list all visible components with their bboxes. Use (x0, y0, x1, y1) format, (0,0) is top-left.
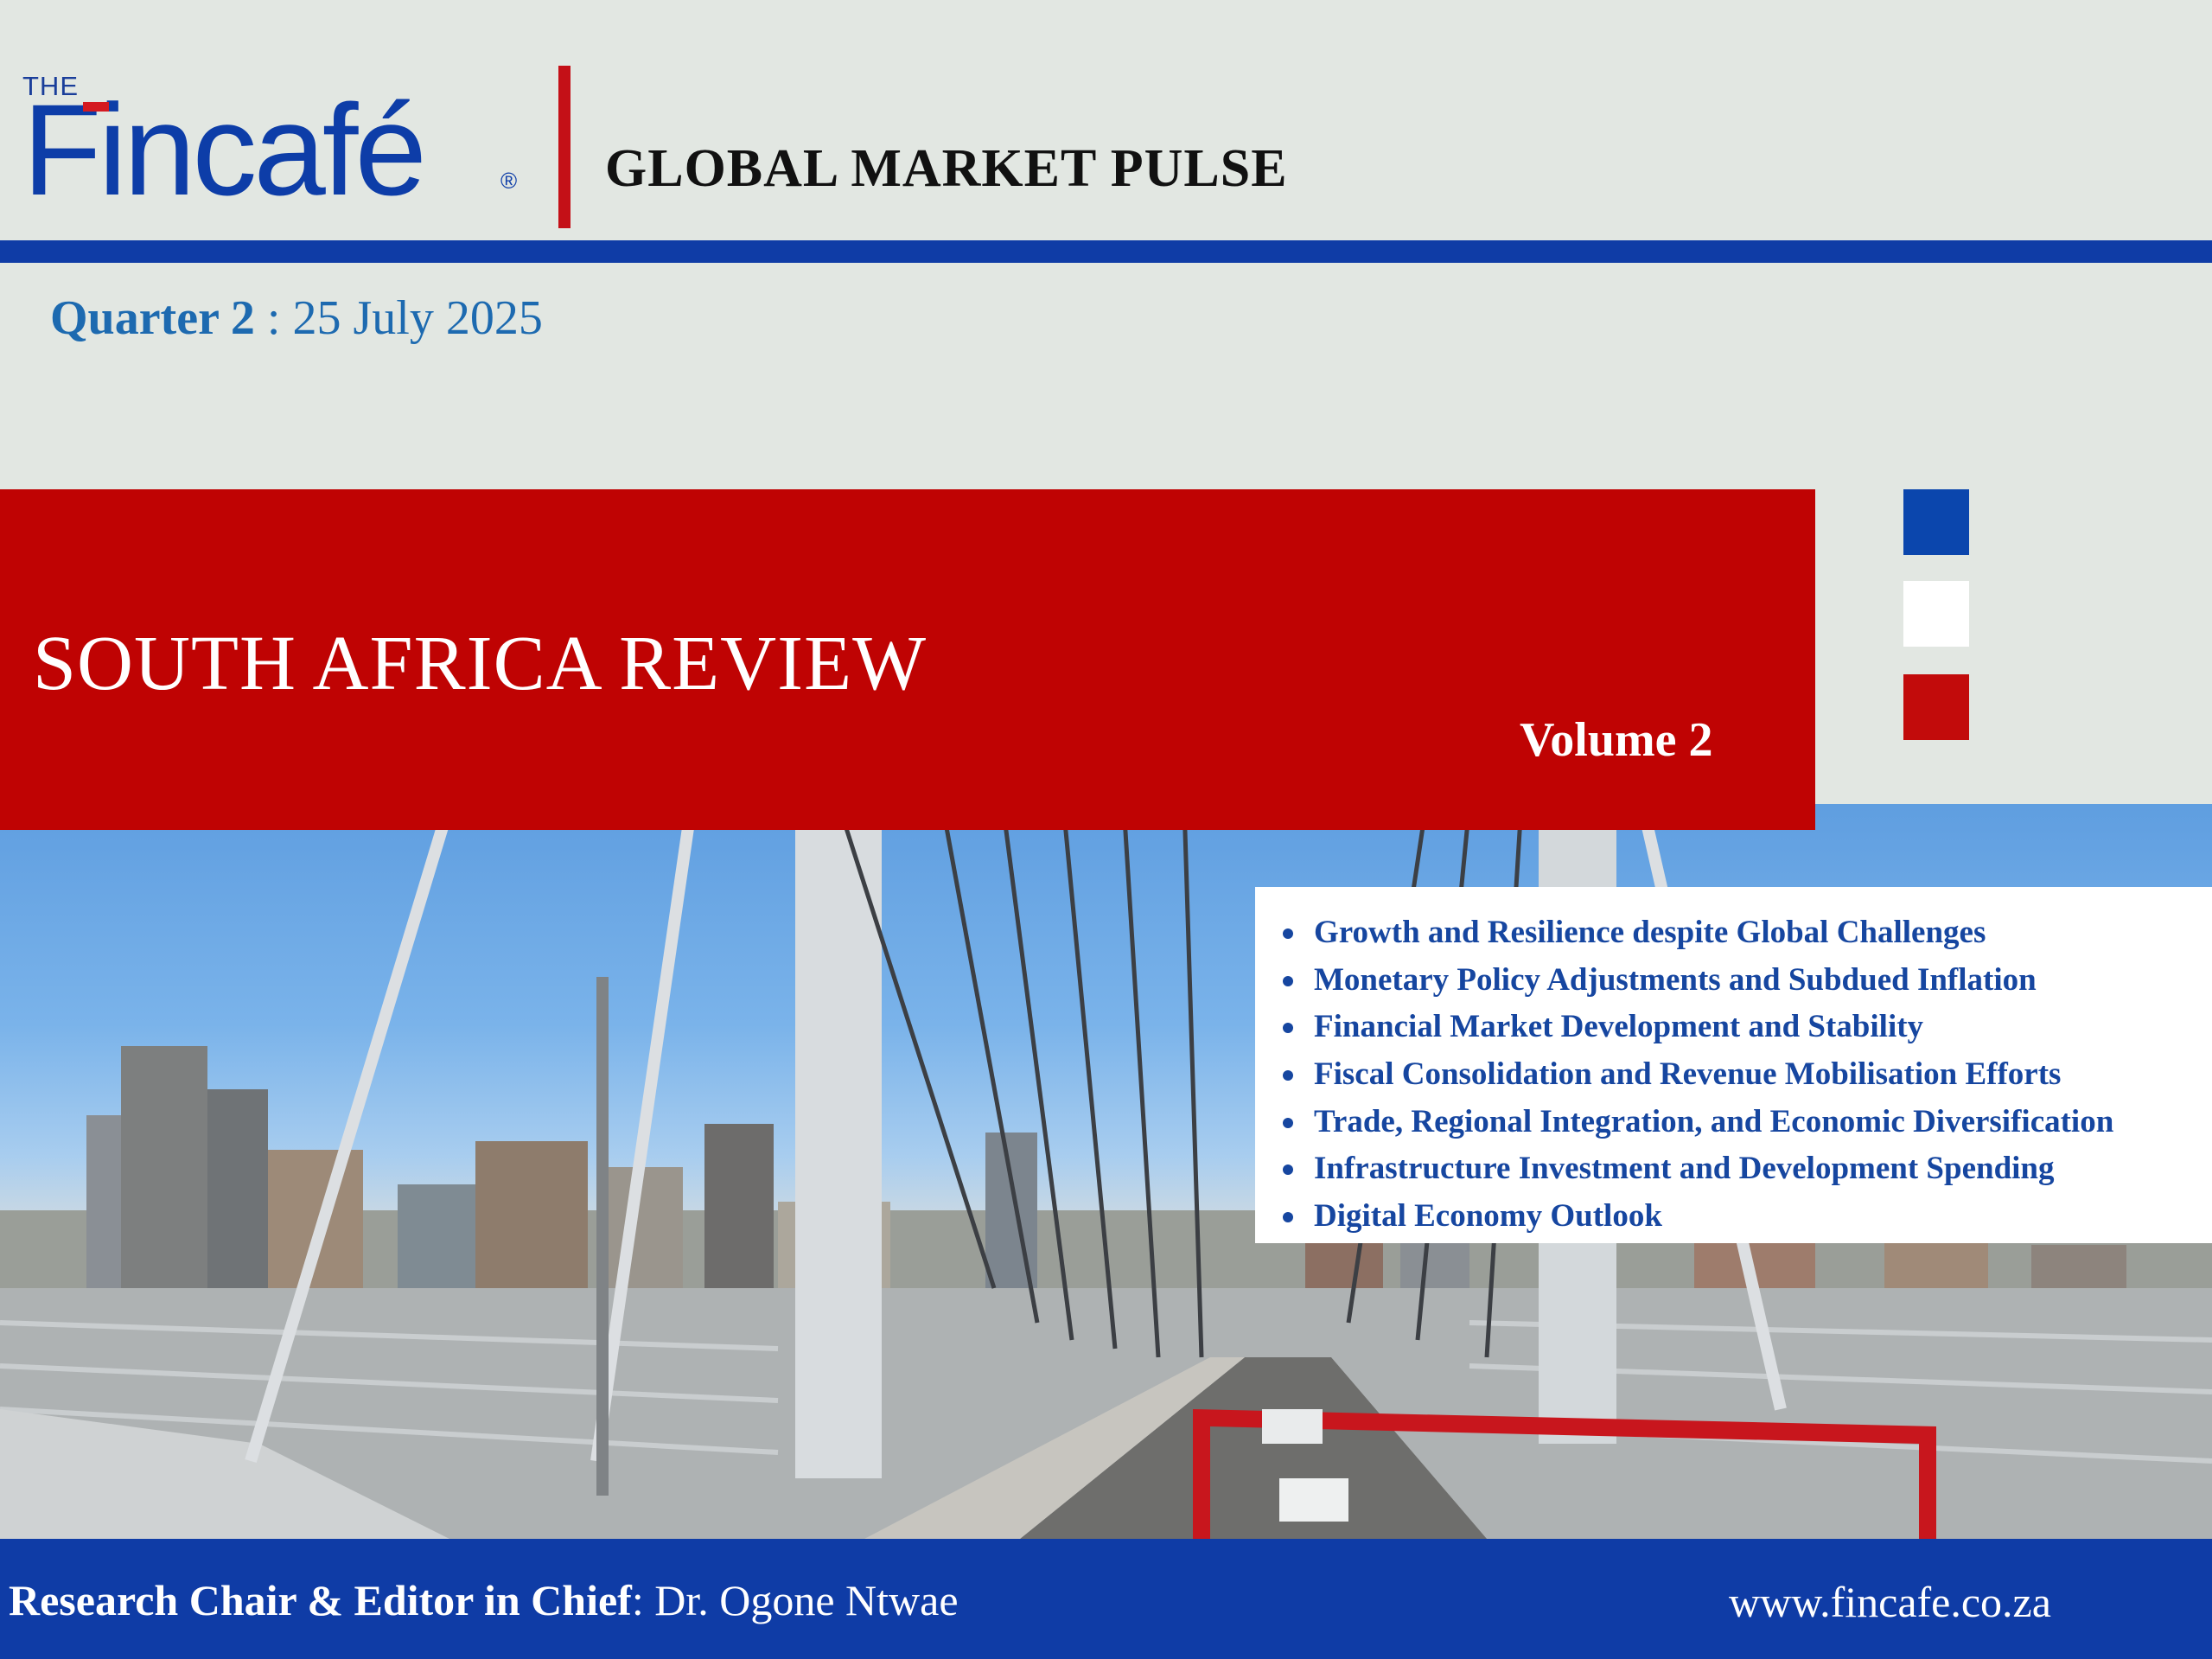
topic-text: Fiscal Consolidation and Revenue Mobilis… (1314, 1056, 2062, 1093)
issue-date-line: Quarter 2 : 25 July 2025 (50, 290, 543, 346)
website-link[interactable]: www.fincafe.co.za (1729, 1577, 2051, 1627)
quarter-label: Quarter 2 (50, 291, 255, 345)
topic-text: Financial Market Development and Stabili… (1314, 1009, 1924, 1045)
header-rule (0, 240, 2212, 263)
bullet-icon (1283, 1023, 1293, 1034)
topic-text: Trade, Regional Integration, and Economi… (1314, 1103, 2114, 1139)
logo-registered-mark: ® (500, 168, 518, 194)
topic-text: Growth and Resilience despite Global Cha… (1314, 915, 1986, 950)
bullet-icon (1283, 975, 1293, 986)
bullet-icon (1283, 1164, 1293, 1176)
topics-panel: Growth and Resilience despite Global Cha… (1255, 887, 2212, 1243)
topic-item: Growth and Resilience despite Global Cha… (1283, 909, 2113, 957)
topic-item: Trade, Regional Integration, and Economi… (1283, 1099, 2113, 1146)
topic-item: Fiscal Consolidation and Revenue Mobilis… (1283, 1051, 2113, 1099)
series-title: GLOBAL MARKET PULSE (605, 139, 1288, 198)
topic-text: Digital Economy Outlook (1314, 1198, 1662, 1235)
bullet-icon (1283, 1117, 1293, 1128)
topic-item: Financial Market Development and Stabili… (1283, 1004, 2113, 1051)
topic-item: Monetary Policy Adjustments and Subdued … (1283, 957, 2113, 1005)
date-separator: : (254, 291, 293, 345)
editor-label: Research Chair & Editor in Chief (9, 1576, 632, 1624)
decorative-square-red (1903, 674, 1969, 740)
decorative-square-white (1903, 581, 1969, 647)
empty-bullet-icon (1255, 887, 1265, 897)
volume-label: Volume 2 (1520, 713, 1713, 767)
topic-text: Infrastructure Investment and Developmen… (1314, 1151, 2055, 1187)
topic-text: Monetary Policy Adjustments and Subdued … (1314, 961, 2037, 998)
logo-red-accent (83, 102, 109, 112)
title-banner: SOUTH AFRICA REVIEW Volume 2 (0, 489, 1815, 830)
editor-separator: : (631, 1576, 655, 1624)
bullet-icon (1283, 1212, 1293, 1223)
bullet-icon (1283, 928, 1293, 939)
editor-name: Dr. Ogone Ntwae (654, 1576, 959, 1624)
topics-list: Growth and Resilience despite Global Cha… (1283, 909, 2113, 1241)
bullet-icon (1283, 1070, 1293, 1082)
decorative-square-blue (1903, 489, 1969, 555)
issue-date: 25 July 2025 (292, 291, 543, 345)
topic-item: Digital Economy Outlook (1283, 1193, 2113, 1241)
header-divider (558, 66, 571, 228)
editor-credit: Research Chair & Editor in Chief: Dr. Og… (9, 1575, 959, 1625)
footer-bar: Research Chair & Editor in Chief: Dr. Og… (0, 1539, 2212, 1659)
topic-item: Infrastructure Investment and Developmen… (1283, 1145, 2113, 1193)
review-title: SOUTH AFRICA REVIEW (33, 621, 928, 706)
fincafe-logo: THE Fincafé ® (22, 64, 532, 214)
